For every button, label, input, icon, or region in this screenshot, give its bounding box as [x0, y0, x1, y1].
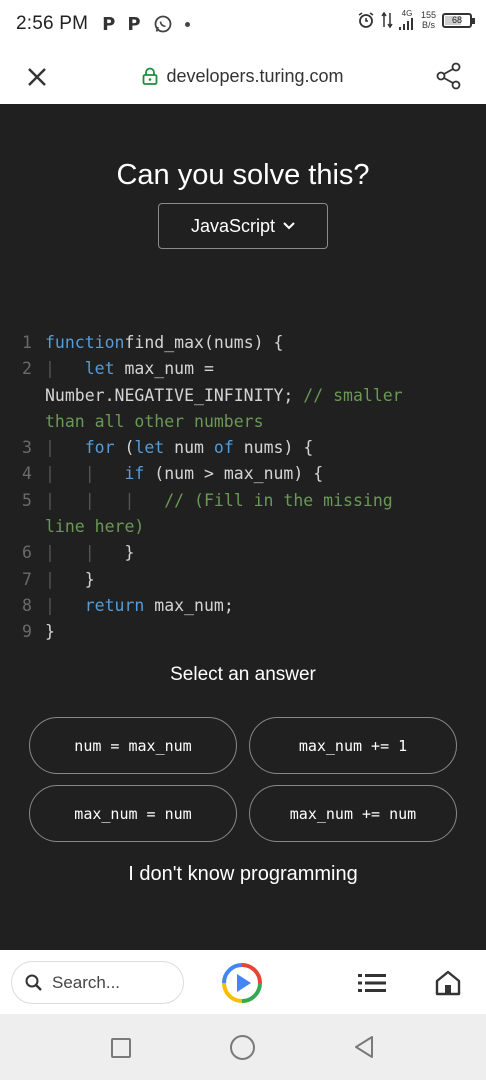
code-line: 5 | | | // (Fill in the missing	[0, 488, 486, 514]
code-line: 9}	[0, 619, 486, 645]
p-icon: P	[102, 13, 116, 35]
whatsapp-icon	[154, 15, 171, 33]
notification-dot	[184, 21, 190, 27]
code-line: 2 | let max_num =	[0, 356, 486, 382]
code-line: 3 | for (let num of nums) {	[0, 435, 486, 461]
code-line: Number.NEGATIVE_INFINITY; // smaller	[0, 383, 486, 409]
address-bar[interactable]: developers.turing.com	[142, 65, 344, 87]
line-number: 9	[22, 622, 32, 642]
code-line: 1 functionfind_max(nums) {	[0, 330, 486, 356]
url-text: developers.turing.com	[166, 65, 344, 86]
status-time: 2:56 PM	[16, 13, 89, 34]
status-bar: 2:56 PM P P 4G 155 B/s 68	[0, 0, 486, 48]
alarm-icon	[358, 12, 374, 28]
recents-button[interactable]	[111, 1038, 131, 1058]
code-text: | | if (num > max_num) {	[45, 464, 324, 484]
answer-option-1[interactable]: num = max_num	[29, 717, 237, 774]
code-line: 7 | }	[0, 567, 486, 593]
answer-option-4[interactable]: max_num += num	[249, 785, 457, 842]
code-text: | for (let num of nums) {	[45, 438, 314, 458]
answer-option-2[interactable]: max_num += 1	[249, 717, 457, 774]
browser-top-bar: developers.turing.com	[0, 48, 486, 104]
home-button[interactable]	[230, 1035, 255, 1060]
quiz-page: Can you solve this? JavaScript 1 function…	[0, 104, 486, 950]
code-text: Number.NEGATIVE_INFINITY; // smaller	[45, 385, 403, 405]
back-button[interactable]	[352, 1034, 376, 1060]
code-line: 4 | | if (num > max_num) {	[0, 461, 486, 487]
code-line: than all other numbers	[0, 409, 486, 435]
language-dropdown-value: JavaScript	[190, 215, 276, 236]
search-input[interactable]: Search...	[11, 961, 184, 1004]
code-text: functionfind_max(nums) {	[45, 333, 284, 352]
signal-indicator: 4G	[398, 9, 415, 30]
line-number: 3	[22, 438, 32, 458]
line-number: 7	[22, 569, 32, 589]
code-text: }	[45, 622, 55, 642]
line-number: 4	[22, 464, 32, 484]
signal-icon	[398, 18, 413, 30]
code-text: | return max_num;	[45, 595, 234, 615]
language-dropdown[interactable]: JavaScript	[158, 203, 328, 249]
data-transfer-icon	[381, 11, 393, 29]
close-icon	[28, 68, 46, 86]
line-number: 1	[22, 333, 32, 352]
line-number: 5	[22, 490, 32, 510]
share-icon	[436, 62, 461, 90]
dont-know-programming-link[interactable]: I don't know programming	[0, 863, 486, 886]
search-placeholder: Search...	[52, 972, 121, 992]
battery-icon: 68	[442, 12, 475, 28]
select-answer-heading: Select an answer	[170, 664, 316, 685]
close-tab-button[interactable]	[22, 62, 52, 92]
code-line: line here)	[0, 514, 486, 540]
system-nav-bar	[0, 1014, 486, 1080]
chevron-down-icon	[283, 222, 295, 230]
code-text: line here)	[45, 517, 145, 537]
search-icon	[25, 974, 42, 991]
answer-option-3[interactable]: max_num = num	[29, 785, 237, 842]
code-text: | | | // (Fill in the missing	[45, 490, 393, 510]
code-line: 6 | | }	[0, 540, 486, 566]
list-icon[interactable]	[358, 972, 386, 994]
net-speed: 155 B/s	[421, 10, 436, 30]
code-text: | | }	[45, 543, 135, 563]
line-number: 8	[22, 595, 32, 615]
battery-level: 68	[451, 15, 462, 25]
browser-bottom-toolbar: Search...	[0, 950, 486, 1014]
page-title: Can you solve this?	[116, 159, 370, 191]
p-icon: P	[127, 13, 141, 35]
code-text: than all other numbers	[45, 411, 264, 431]
code-text: | }	[45, 569, 95, 589]
net-speed-unit: B/s	[421, 20, 435, 30]
code-line: 8 | return max_num;	[0, 593, 486, 619]
line-number: 6	[22, 543, 32, 563]
play-icon[interactable]	[221, 962, 263, 1004]
status-right: 4G 155 B/s 68	[357, 9, 475, 30]
notification-icons: P P	[102, 13, 190, 35]
net-speed-value: 155	[420, 10, 436, 20]
line-number: 2	[22, 359, 32, 379]
home-icon[interactable]	[434, 969, 462, 997]
lock-icon	[143, 67, 158, 85]
code-block: 1 functionfind_max(nums) { 2 | let max_num …	[0, 330, 486, 646]
network-type: 4G	[401, 9, 413, 18]
code-text: | let max_num =	[45, 359, 214, 379]
share-button[interactable]	[434, 61, 464, 91]
